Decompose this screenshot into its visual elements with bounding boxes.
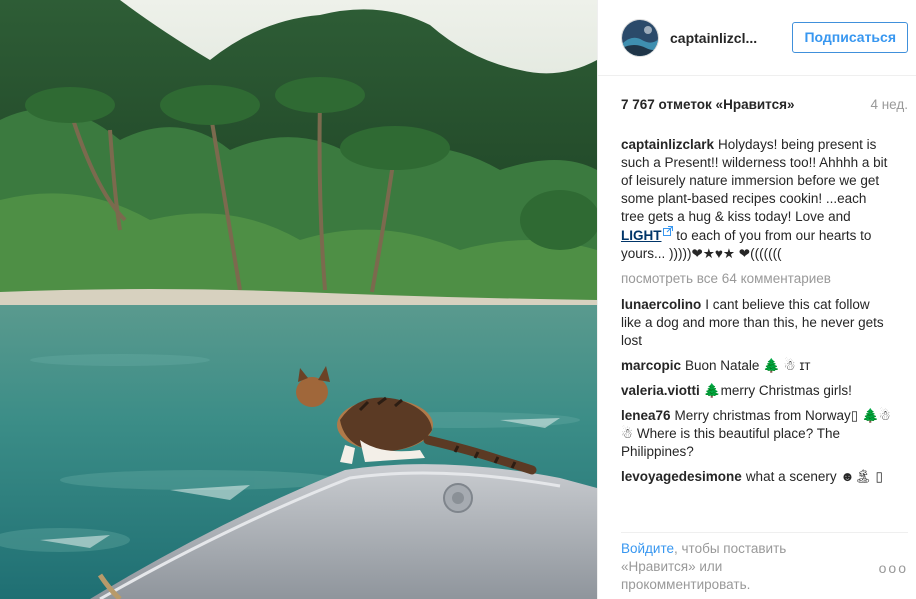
view-all-comments-link[interactable]: посмотреть все 64 комментариев bbox=[621, 270, 893, 288]
caption: captainlizclark Holydays! being present i… bbox=[621, 136, 893, 263]
comment-username[interactable]: lenea76 bbox=[621, 408, 671, 423]
post-footer: Войдите, чтобы поставить «Нравится» или … bbox=[621, 532, 908, 592]
comments-list: captainlizclark Holydays! being present i… bbox=[621, 136, 893, 528]
comment-username[interactable]: valeria.viotti bbox=[621, 383, 700, 398]
owner-username[interactable]: captainlizcl... bbox=[670, 30, 760, 46]
login-link[interactable]: Войдите bbox=[621, 541, 674, 556]
comment-item: lenea76 Merry christmas from Norway▯ 🌲☃☃ … bbox=[621, 407, 893, 461]
comment-item: levoyagedesimone what a scenery ☻🏝 ▯ bbox=[621, 468, 893, 486]
comment-item: marcopic Buon Natale 🌲 ☃ ɪᴛ bbox=[621, 357, 893, 375]
avatar[interactable] bbox=[621, 18, 659, 57]
light-link[interactable]: LIGHT bbox=[621, 228, 662, 243]
caption-username[interactable]: captainlizclark bbox=[621, 137, 714, 152]
cat-on-boat-photo bbox=[0, 0, 597, 599]
comment-username[interactable]: lunaercolino bbox=[621, 297, 701, 312]
instagram-post: captainlizcl... Подписаться 7 767 отмето… bbox=[0, 0, 916, 599]
post-stats: 7 767 отметок «Нравится» 4 нед. bbox=[621, 97, 908, 117]
comment-text: Buon Natale 🌲 ☃ ɪᴛ bbox=[685, 358, 811, 373]
post-age[interactable]: 4 нед. bbox=[870, 97, 908, 117]
post-photo[interactable] bbox=[0, 0, 597, 599]
avatar-image bbox=[622, 19, 658, 56]
post-side-panel: captainlizcl... Подписаться 7 767 отмето… bbox=[597, 0, 916, 599]
comment-text: what a scenery ☻🏝 ▯ bbox=[745, 469, 883, 484]
post-header: captainlizcl... Подписаться bbox=[598, 0, 916, 76]
external-link-icon bbox=[662, 226, 673, 236]
comment-item: valeria.viotti 🌲merry Christmas girls! bbox=[621, 382, 893, 400]
more-options-icon[interactable]: ооо bbox=[879, 559, 908, 577]
login-prompt: Войдите, чтобы поставить «Нравится» или … bbox=[621, 540, 821, 594]
comment-username[interactable]: levoyagedesimone bbox=[621, 469, 742, 484]
comment-item: lunaercolino I cant believe this cat foll… bbox=[621, 296, 893, 350]
follow-button[interactable]: Подписаться bbox=[792, 22, 908, 53]
likes-count[interactable]: 7 767 отметок «Нравится» bbox=[621, 97, 795, 117]
comment-username[interactable]: marcopic bbox=[621, 358, 681, 373]
comment-text: 🌲merry Christmas girls! bbox=[703, 383, 852, 398]
